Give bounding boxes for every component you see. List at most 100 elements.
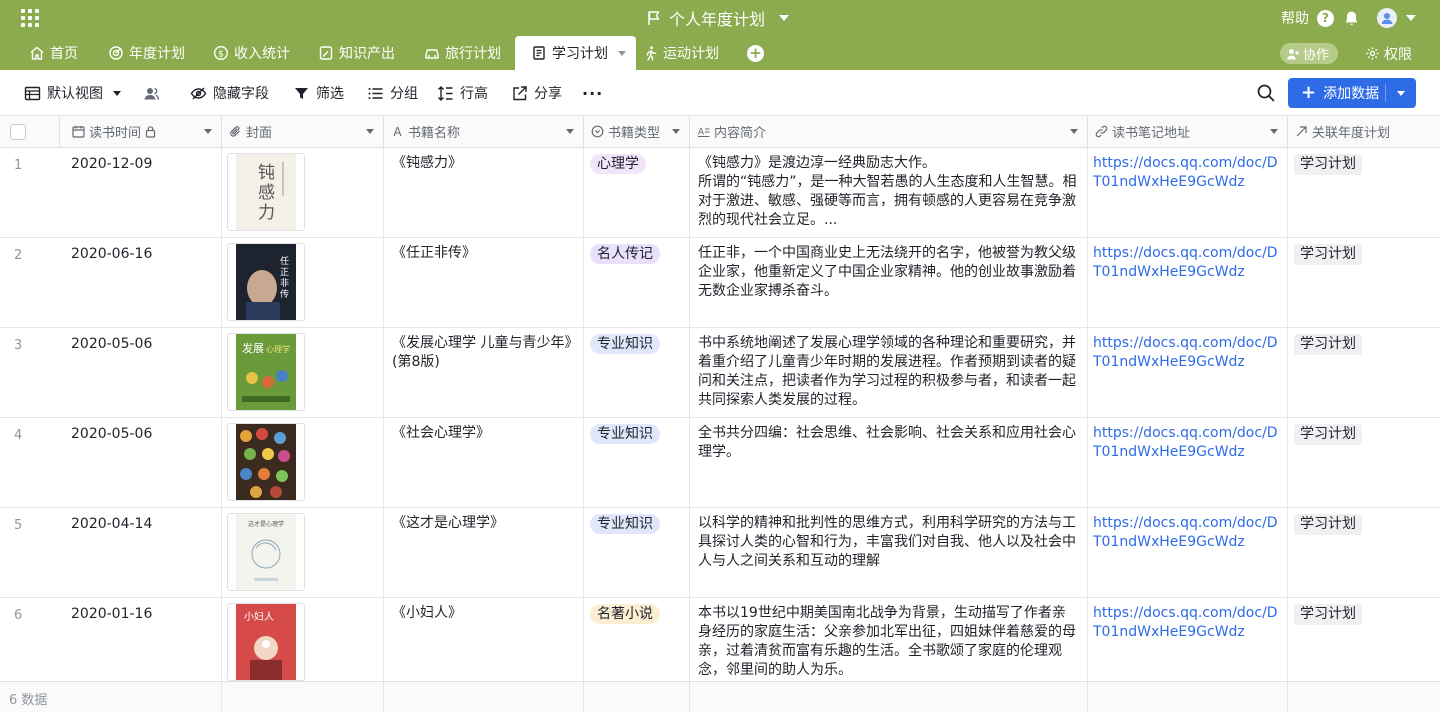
- header-related-plan[interactable]: 关联年度计划: [1288, 116, 1440, 147]
- cell-related-plan[interactable]: 学习计划: [1288, 328, 1440, 417]
- tab-travel[interactable]: 旅行计划: [424, 36, 501, 70]
- cell-cover[interactable]: 任正非传: [222, 238, 384, 327]
- related-plan-tag[interactable]: 学习计划: [1294, 424, 1362, 445]
- notes-link[interactable]: https://docs.qq.com/doc/DT01ndWxHeE9GcWd…: [1093, 245, 1278, 280]
- cell-related-plan[interactable]: 学习计划: [1288, 238, 1440, 327]
- table-row[interactable]: 1 2020-12-09 钝感力《钝感力》 心理学 《钝感力》是渡边淳一经典励志大作。 …: [0, 148, 1440, 238]
- tab-knowledge[interactable]: 知识产出: [318, 36, 395, 70]
- tab-income[interactable]: $ 收入统计: [213, 36, 290, 70]
- cell-related-plan[interactable]: 学习计划: [1288, 148, 1440, 237]
- cell-book-type[interactable]: 专业知识: [584, 418, 690, 507]
- avatar[interactable]: [1377, 8, 1397, 28]
- cell-notes-url[interactable]: https://docs.qq.com/doc/DT01ndWxHeE9GcWd…: [1088, 598, 1288, 687]
- select-all-checkbox[interactable]: [10, 124, 26, 140]
- cell-book-type[interactable]: 专业知识: [584, 328, 690, 417]
- cell-date[interactable]: 2020-04-14: [60, 508, 222, 597]
- cell-cover[interactable]: [222, 418, 384, 507]
- cell-book-name[interactable]: 《任正非传》: [384, 238, 584, 327]
- cell-related-plan[interactable]: 学习计划: [1288, 598, 1440, 687]
- hide-fields-button[interactable]: 隐藏字段: [190, 70, 269, 116]
- notes-link[interactable]: https://docs.qq.com/doc/DT01ndWxHeE9GcWd…: [1093, 335, 1278, 370]
- tab-study-plan[interactable]: 学习计划: [515, 36, 636, 70]
- book-cover[interactable]: 发展 心理学: [227, 333, 305, 411]
- chevron-down-icon[interactable]: [1406, 15, 1416, 21]
- table-row[interactable]: 6 2020-01-16 小妇人 《小妇人》 名著小说 本书以19世纪中期美国南北战争为背…: [0, 598, 1440, 688]
- search-icon[interactable]: [1256, 83, 1276, 103]
- row-height-button[interactable]: 行高: [437, 70, 488, 116]
- chevron-down-icon[interactable]: [1397, 91, 1405, 96]
- cell-date[interactable]: 2020-12-09: [60, 148, 222, 237]
- header-book-type[interactable]: 书籍类型: [584, 116, 690, 147]
- table-row[interactable]: 2 2020-06-16 任正非传《任正非传》 名人传记 任正非，一个中国商业史上无法绕…: [0, 238, 1440, 328]
- cell-cover[interactable]: 钝感力: [222, 148, 384, 237]
- add-data-button[interactable]: + 添加数据: [1288, 78, 1416, 108]
- help-link[interactable]: 帮助: [1281, 8, 1309, 28]
- table-row[interactable]: 3 2020-05-06 发展 心理学 《发展心理学 儿童与青少年》(第8版) 专业知识书…: [0, 328, 1440, 418]
- collaborate-button[interactable]: 协作: [1280, 43, 1339, 64]
- cell-book-name[interactable]: 《社会心理学》: [384, 418, 584, 507]
- related-plan-tag[interactable]: 学习计划: [1294, 334, 1362, 355]
- document-title[interactable]: 个人年度计划: [646, 7, 790, 29]
- book-cover[interactable]: 这才是心理学: [227, 513, 305, 591]
- related-plan-tag[interactable]: 学习计划: [1294, 154, 1362, 175]
- permission-button[interactable]: 权限: [1365, 43, 1412, 64]
- cell-book-type[interactable]: 名著小说: [584, 598, 690, 687]
- cell-description[interactable]: 书中系统地阐述了发展心理学领域的各种理论和重要研究，并着重介绍了儿童青少年时期的…: [690, 328, 1088, 417]
- cell-cover[interactable]: 小妇人: [222, 598, 384, 687]
- tab-home[interactable]: 首页: [29, 36, 78, 70]
- cell-description[interactable]: 本书以19世纪中期美国南北战争为背景，生动描写了作者亲身经历的家庭生活：父亲参加…: [690, 598, 1088, 687]
- cell-date[interactable]: 2020-05-06: [60, 418, 222, 507]
- share-button[interactable]: 分享: [511, 70, 562, 116]
- cell-description[interactable]: 《钝感力》是渡边淳一经典励志大作。 所谓的“钝感力”，是一种大智若愚的人生态度和…: [690, 148, 1088, 237]
- cell-book-type[interactable]: 名人传记: [584, 238, 690, 327]
- cell-date[interactable]: 2020-01-16: [60, 598, 222, 687]
- cell-cover[interactable]: 这才是心理学: [222, 508, 384, 597]
- notes-link[interactable]: https://docs.qq.com/doc/DT01ndWxHeE9GcWd…: [1093, 515, 1278, 550]
- view-members-button[interactable]: [143, 70, 166, 116]
- header-cover[interactable]: 封面: [222, 116, 384, 147]
- cell-notes-url[interactable]: https://docs.qq.com/doc/DT01ndWxHeE9GcWd…: [1088, 328, 1288, 417]
- cell-notes-url[interactable]: https://docs.qq.com/doc/DT01ndWxHeE9GcWd…: [1088, 508, 1288, 597]
- cell-date[interactable]: 2020-06-16: [60, 238, 222, 327]
- cell-notes-url[interactable]: https://docs.qq.com/doc/DT01ndWxHeE9GcWd…: [1088, 238, 1288, 327]
- table-row[interactable]: 5 2020-04-14 这才是心理学 《这才是心理学》 专业知识 以科学的精神和批判性的…: [0, 508, 1440, 598]
- cell-cover[interactable]: 发展 心理学: [222, 328, 384, 417]
- group-button[interactable]: 分组: [367, 70, 418, 116]
- notes-link[interactable]: https://docs.qq.com/doc/DT01ndWxHeE9GcWd…: [1093, 155, 1278, 190]
- cell-book-name[interactable]: 《发展心理学 儿童与青少年》(第8版): [384, 328, 584, 417]
- more-button[interactable]: ···: [582, 70, 603, 116]
- tab-sport[interactable]: 运动计划: [642, 36, 719, 70]
- cell-notes-url[interactable]: https://docs.qq.com/doc/DT01ndWxHeE9GcWd…: [1088, 148, 1288, 237]
- notes-link[interactable]: https://docs.qq.com/doc/DT01ndWxHeE9GcWd…: [1093, 605, 1278, 640]
- related-plan-tag[interactable]: 学习计划: [1294, 514, 1362, 535]
- tab-annual-plan[interactable]: 年度计划: [108, 36, 185, 70]
- chevron-down-icon[interactable]: [1270, 129, 1278, 134]
- add-tab-button[interactable]: +: [747, 45, 764, 62]
- help-icon[interactable]: ?: [1317, 9, 1334, 27]
- chevron-down-icon[interactable]: [366, 129, 374, 134]
- chevron-down-icon[interactable]: [204, 129, 212, 134]
- header-notes-url[interactable]: 读书笔记地址: [1088, 116, 1288, 147]
- chevron-down-icon[interactable]: [618, 50, 626, 56]
- table-row[interactable]: 4 2020-05-06 《社会心理学》 专业知识 全书共分四编：社会思维、社会影响、社…: [0, 418, 1440, 508]
- header-book-name[interactable]: A 书籍名称: [384, 116, 584, 147]
- chevron-down-icon[interactable]: [113, 90, 121, 96]
- notes-link[interactable]: https://docs.qq.com/doc/DT01ndWxHeE9GcWd…: [1093, 425, 1278, 460]
- view-selector[interactable]: 默认视图: [24, 70, 121, 116]
- related-plan-tag[interactable]: 学习计划: [1294, 604, 1362, 625]
- cell-description[interactable]: 以科学的精神和批判性的思维方式，利用科学研究的方法与工具探讨人类的心智和行为，丰…: [690, 508, 1088, 597]
- chevron-down-icon[interactable]: [672, 129, 680, 134]
- cell-book-name[interactable]: 《钝感力》: [384, 148, 584, 237]
- cell-related-plan[interactable]: 学习计划: [1288, 508, 1440, 597]
- chevron-down-icon[interactable]: [566, 129, 574, 134]
- cell-book-name[interactable]: 《这才是心理学》: [384, 508, 584, 597]
- header-date[interactable]: 读书时间: [60, 116, 222, 147]
- book-cover[interactable]: 钝感力: [227, 153, 305, 231]
- book-cover[interactable]: 任正非传: [227, 243, 305, 321]
- apps-grid-icon[interactable]: [21, 9, 39, 27]
- cell-book-type[interactable]: 专业知识: [584, 508, 690, 597]
- cell-description[interactable]: 全书共分四编：社会思维、社会影响、社会关系和应用社会心理学。: [690, 418, 1088, 507]
- related-plan-tag[interactable]: 学习计划: [1294, 244, 1362, 265]
- chevron-down-icon[interactable]: [1070, 129, 1078, 134]
- bell-icon[interactable]: [1343, 10, 1360, 27]
